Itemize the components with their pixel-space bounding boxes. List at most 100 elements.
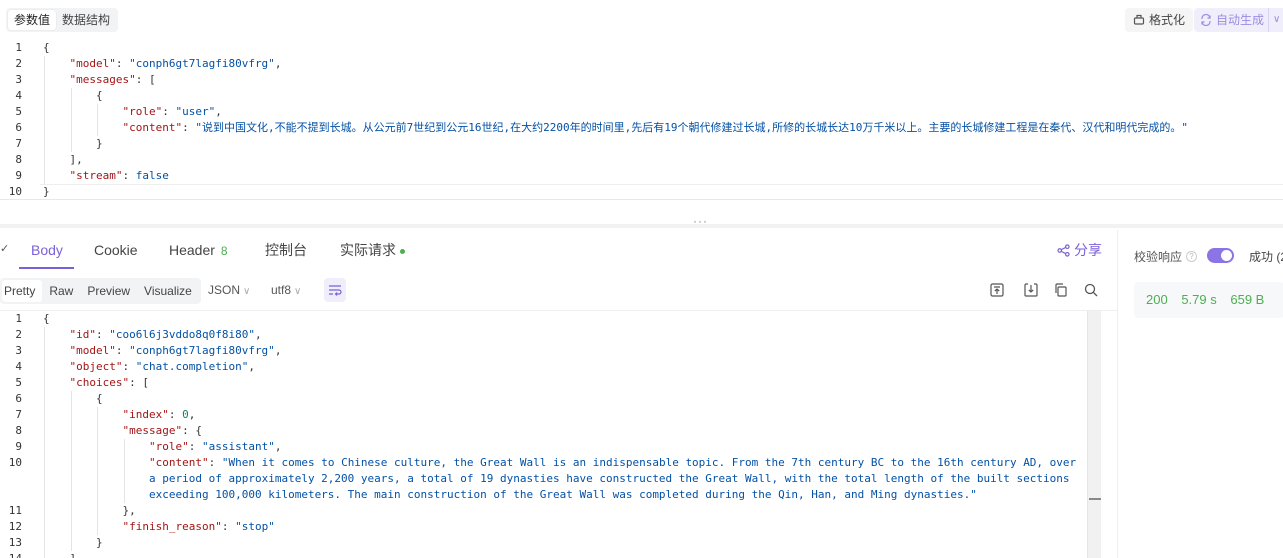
code-token: : [ xyxy=(129,376,149,389)
encoding-select[interactable]: utf8 ∨ xyxy=(271,283,301,297)
line-number: 1 xyxy=(15,312,22,325)
view-mode-raw[interactable]: Raw xyxy=(42,280,80,302)
tab-param-values[interactable]: 参数值 xyxy=(8,10,57,30)
wrap-icon xyxy=(329,285,342,296)
line-number: 6 xyxy=(15,392,22,405)
view-mode-preview[interactable]: Preview xyxy=(80,280,137,302)
line-number: 8 xyxy=(15,153,22,166)
code-token: "content" xyxy=(122,121,183,134)
auto-generate-button[interactable]: 自动生成 ∨ xyxy=(1194,8,1283,32)
indent-guide xyxy=(44,359,45,375)
indent-guide xyxy=(44,487,45,503)
indent-guide xyxy=(70,519,72,535)
code-token: "id" xyxy=(69,328,97,341)
scrollbar-thumb[interactable] xyxy=(1089,498,1101,500)
word-wrap-toggle[interactable] xyxy=(324,278,346,302)
code-text: "finish_reason": "stop" xyxy=(123,519,275,535)
view-mode-visualize[interactable]: Visualize xyxy=(137,280,199,302)
indent-guide xyxy=(44,104,45,120)
vertical-scrollbar[interactable] xyxy=(1087,311,1101,558)
line-number: 5 xyxy=(15,105,22,118)
line-number: 11 xyxy=(8,504,22,517)
validate-response-label: 校验响应 ? xyxy=(1134,248,1198,265)
line-number: 5 xyxy=(15,376,22,389)
indent-guide xyxy=(97,439,98,455)
help-icon[interactable]: ? xyxy=(1186,251,1198,262)
tab-console[interactable]: 控制台 xyxy=(265,240,307,260)
indent-guide xyxy=(44,471,45,487)
search-icon[interactable] xyxy=(1083,282,1099,298)
code-text: "messages": [ xyxy=(70,72,156,88)
tab-body[interactable]: Body xyxy=(31,240,63,260)
active-tab-indicator xyxy=(19,267,74,269)
indent-guide xyxy=(44,327,45,343)
copy-icon[interactable] xyxy=(1053,282,1069,298)
line-number: 6 xyxy=(15,121,22,134)
code-token: { xyxy=(43,41,50,54)
code-token: "conph6gt7lagfi80vfrg" xyxy=(129,344,275,357)
pane-splitter[interactable]: ··· xyxy=(0,212,1283,228)
splitter-bar xyxy=(0,224,1283,228)
code-token: } xyxy=(96,536,103,549)
upload-icon[interactable] xyxy=(989,282,1005,298)
drag-handle-icon[interactable]: ··· xyxy=(693,214,708,228)
code-token: , xyxy=(188,408,196,421)
code-text: "model": "conph6gt7lagfi80vfrg", xyxy=(70,56,282,72)
format-button-label: 格式化 xyxy=(1149,13,1186,27)
indent-guide xyxy=(70,120,72,136)
indent-guide xyxy=(44,455,45,471)
code-token: "conph6gt7lagfi80vfrg" xyxy=(129,57,275,70)
code-token: , xyxy=(274,57,282,70)
status-dot xyxy=(400,248,405,254)
code-token: : xyxy=(182,121,196,134)
code-token: "model" xyxy=(69,344,116,357)
auto-generate-label: 自动生成 xyxy=(1216,13,1265,27)
response-body-viewer[interactable]: 1 {2 "id": "coo6l6j3vddo8q0f8i80", 3 "model"… xyxy=(0,311,1100,558)
indent-guide xyxy=(123,455,125,471)
format-button[interactable]: 格式化 xyxy=(1125,8,1194,32)
code-token: "说到中国文化,不能不提到长城。从公元前7世纪到公元16世纪,在大约2200年的… xyxy=(195,121,1188,134)
code-token: ], xyxy=(69,153,83,166)
view-mode-pretty[interactable]: Pretty xyxy=(2,280,43,302)
tab-header[interactable]: Header 8 xyxy=(169,240,228,261)
tab-cookie[interactable]: Cookie xyxy=(94,240,138,260)
line-number: 2 xyxy=(15,57,22,70)
code-token: "object" xyxy=(69,360,123,373)
code-token: 0 xyxy=(182,408,189,421)
validate-response-toggle[interactable] xyxy=(1207,248,1234,263)
chevron-down-icon: ∨ xyxy=(294,286,302,297)
code-text: } xyxy=(43,184,50,200)
status-code: 200 xyxy=(1146,292,1168,307)
tab-actual-request[interactable]: 实际请求 xyxy=(340,240,405,260)
line-number: 7 xyxy=(15,408,22,421)
indent-guide xyxy=(70,503,72,519)
code-token: : xyxy=(115,344,130,357)
indent-guide xyxy=(70,391,72,407)
format-select[interactable]: JSON ∨ xyxy=(208,283,250,297)
share-button[interactable]: 分享 xyxy=(1057,240,1102,260)
indent-guide xyxy=(70,471,72,487)
code-token: { xyxy=(96,392,103,405)
request-body-editor[interactable]: 1 {2 "model": "conph6gt7lagfi80vfrg", 3 "mes… xyxy=(0,40,1283,200)
indent-guide xyxy=(44,72,45,88)
tab-data-structure[interactable]: 数据结构 xyxy=(56,10,116,30)
code-token: , xyxy=(215,105,222,118)
code-token: "content" xyxy=(149,456,209,469)
code-token: : xyxy=(122,360,136,373)
indent-guide xyxy=(70,439,72,455)
indent-guide xyxy=(44,152,45,168)
code-text: exceeding 100,000 kilometers. The main c… xyxy=(149,487,977,503)
indent-guide xyxy=(123,487,125,503)
code-token: { xyxy=(43,312,50,325)
download-icon[interactable] xyxy=(1023,282,1039,298)
code-text: { xyxy=(43,40,50,56)
code-token: "message" xyxy=(122,424,183,437)
indent-guide xyxy=(44,439,45,455)
encoding-select-value: utf8 xyxy=(271,283,292,297)
code-token: "choices" xyxy=(69,376,130,389)
code-text: "content": "说到中国文化,不能不提到长城。从公元前7世纪到公元16世… xyxy=(123,120,1188,136)
chevron-down-icon[interactable]: ∨ xyxy=(1268,8,1280,32)
code-token: "stream" xyxy=(69,169,123,182)
response-tabs: ✓ Body Cookie Header 8 控制台 实际请求 分享 xyxy=(0,230,1117,270)
collapse-icon[interactable]: ✓ xyxy=(0,242,9,255)
